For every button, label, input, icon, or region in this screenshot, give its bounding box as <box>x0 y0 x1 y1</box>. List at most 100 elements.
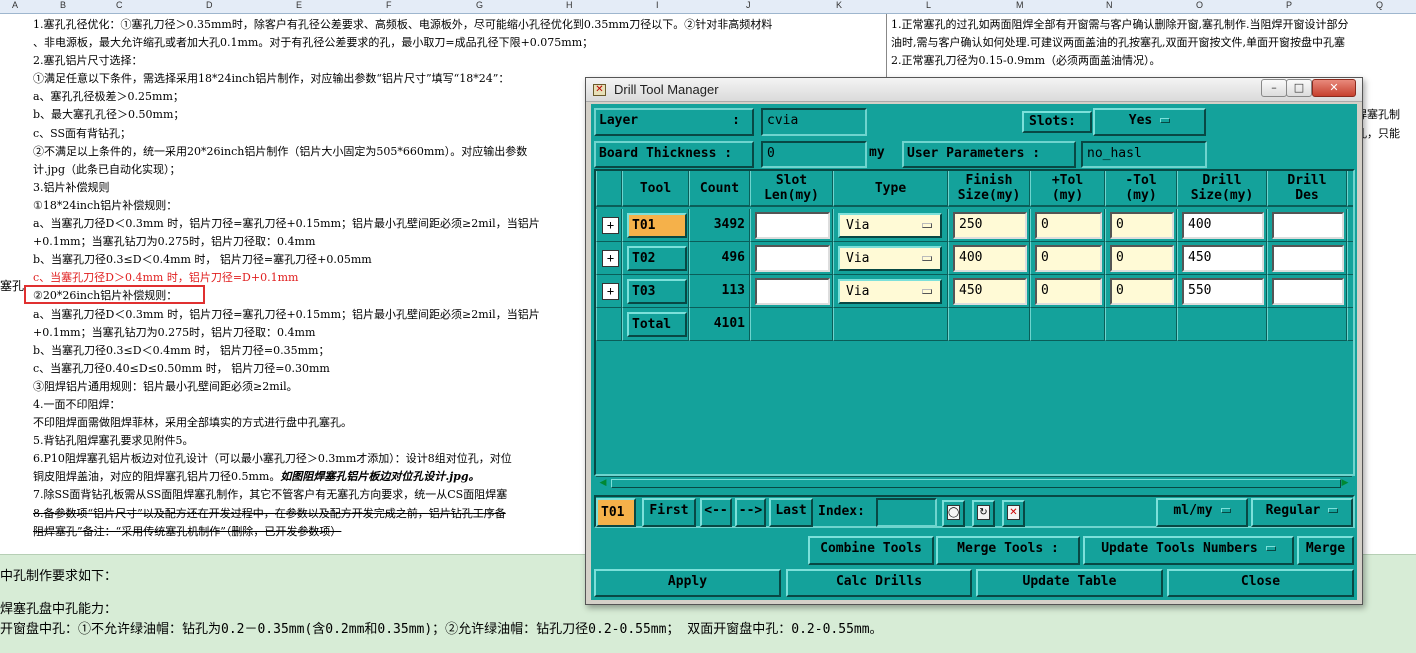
type-dropdown[interactable]: Via <box>838 246 942 271</box>
bottom-line: 焊塞孔盘中孔能力： <box>0 602 118 617</box>
column-letter[interactable]: M <box>1016 0 1024 10</box>
slot-len-input[interactable] <box>755 245 830 272</box>
count-cell: 3492 <box>689 209 750 242</box>
calc-drills-button[interactable]: Calc Drills <box>786 569 972 597</box>
column-header[interactable]: -Tol (my) <box>1105 171 1177 207</box>
mode-dropdown[interactable]: Regular <box>1251 498 1353 527</box>
drill-input[interactable]: 550 <box>1182 278 1264 305</box>
column-header[interactable]: Drill Size(my) <box>1177 171 1267 207</box>
minimize-button[interactable]: – <box>1261 79 1287 97</box>
board-thickness-field[interactable]: 0 <box>761 141 867 168</box>
combine-tools-button[interactable]: Combine Tools <box>808 536 934 565</box>
column-letter[interactable]: B <box>60 0 66 10</box>
finish-cell: 250 <box>948 209 1030 242</box>
dialog-body: Layer: cvia Slots: Yes Board Thickness :… <box>591 104 1357 600</box>
column-letter[interactable]: D <box>206 0 213 10</box>
delete-button[interactable]: ✕ <box>1002 500 1025 527</box>
slot-len-input[interactable] <box>755 212 830 239</box>
cell-text-line: 1.正常塞孔的过孔如两面阻焊全部有开窗需与客户确认删除开窗,塞孔制作.当阻焊开窗… <box>891 18 1349 31</box>
column-header[interactable]: Finish Size(my) <box>948 171 1030 207</box>
row-expand-icon[interactable]: + <box>602 217 619 234</box>
type-dropdown[interactable]: Via <box>838 213 942 238</box>
column-letter[interactable]: N <box>1106 0 1113 10</box>
column-letter[interactable]: P <box>1286 0 1292 10</box>
column-letter[interactable]: E <box>296 0 302 10</box>
last-button[interactable]: Last <box>769 498 813 527</box>
column-letter[interactable]: Q <box>1376 0 1383 10</box>
index-field[interactable] <box>876 498 937 527</box>
minus-tol-input[interactable]: 0 <box>1110 212 1174 239</box>
scroll-right-icon[interactable]: ▶ <box>1339 477 1351 489</box>
finish-cell: 450 <box>948 275 1030 308</box>
merge-button[interactable]: Merge <box>1297 536 1354 565</box>
close-window-button[interactable]: ✕ <box>1312 79 1356 97</box>
plus-tol-input[interactable]: 0 <box>1035 212 1102 239</box>
column-letter[interactable]: A <box>12 0 18 10</box>
finish-input[interactable]: 400 <box>953 245 1027 272</box>
refresh-button[interactable]: ↻ <box>972 500 995 527</box>
first-button[interactable]: First <box>642 498 696 527</box>
row-expand-icon[interactable]: + <box>602 250 619 267</box>
minus-tol-input[interactable]: 0 <box>1110 278 1174 305</box>
type-dropdown[interactable]: Via <box>838 279 942 304</box>
maximize-button[interactable]: □ <box>1286 79 1312 97</box>
dialog-title: Drill Tool Manager <box>614 82 719 97</box>
drill-input[interactable]: 400 <box>1182 212 1264 239</box>
column-letter[interactable]: O <box>1196 0 1203 10</box>
dropdown-arrow-icon <box>922 223 932 228</box>
column-letter[interactable]: J <box>746 0 751 10</box>
count-value: 3492 <box>713 217 745 232</box>
plus-tol-cell: 0 <box>1030 242 1105 275</box>
total-row-selector <box>596 308 622 341</box>
layer-field[interactable]: cvia <box>761 108 867 136</box>
title-bar[interactable]: ✕ Drill Tool Manager – □ ✕ <box>586 78 1362 102</box>
column-header[interactable]: Tool <box>622 171 689 207</box>
units-dropdown[interactable]: ml/my <box>1156 498 1248 527</box>
plus-tol-input[interactable]: 0 <box>1035 245 1102 272</box>
apply-button[interactable]: Apply <box>594 569 781 597</box>
column-letter[interactable]: C <box>116 0 123 10</box>
finish-input[interactable]: 450 <box>953 278 1027 305</box>
scroll-left-icon[interactable]: ◀ <box>597 477 609 489</box>
row-expand-icon[interactable]: + <box>602 283 619 300</box>
finish-input[interactable]: 250 <box>953 212 1027 239</box>
prev-button[interactable]: <-- <box>700 498 732 527</box>
bulb-button[interactable]: ◯ <box>942 500 965 527</box>
column-letter[interactable]: G <box>476 0 483 10</box>
minus-tol-input[interactable]: 0 <box>1110 245 1174 272</box>
tool-button[interactable]: T01 <box>627 213 687 238</box>
column-header[interactable]: S <box>1347 171 1353 207</box>
plus-tol-input[interactable]: 0 <box>1035 278 1102 305</box>
user-parameters-field[interactable]: no_hasl <box>1081 141 1207 168</box>
next-button[interactable]: --> <box>735 498 766 527</box>
column-letter[interactable]: I <box>656 0 659 10</box>
column-header[interactable]: Count <box>689 171 750 207</box>
slots-dropdown[interactable]: Yes <box>1093 108 1206 136</box>
horizontal-scrollbar[interactable]: ◀ ▶ <box>596 476 1352 489</box>
column-header[interactable]: Drill Des <box>1267 171 1347 207</box>
slot-len-cell <box>750 242 833 275</box>
row-selector[interactable]: + <box>596 275 622 308</box>
column-letter[interactable]: K <box>836 0 842 10</box>
user-parameters-button[interactable]: User Parameters : <box>902 141 1076 168</box>
close-button[interactable]: Close <box>1167 569 1354 597</box>
column-header[interactable]: Slot Len(my) <box>750 171 833 207</box>
column-letter[interactable]: F <box>386 0 392 10</box>
column-letter[interactable]: H <box>566 0 573 10</box>
tool-button[interactable]: T03 <box>627 279 687 304</box>
slot-len-input[interactable] <box>755 278 830 305</box>
column-header[interactable]: +Tol (my) <box>1030 171 1105 207</box>
update-tools-numbers-dropdown[interactable]: Update Tools Numbers <box>1083 536 1294 565</box>
des-input[interactable] <box>1272 278 1344 305</box>
total-empty-cell <box>948 308 1030 341</box>
update-table-button[interactable]: Update Table <box>976 569 1163 597</box>
row-selector[interactable]: + <box>596 242 622 275</box>
tool-button[interactable]: T02 <box>627 246 687 271</box>
des-input[interactable] <box>1272 245 1344 272</box>
row-selector[interactable]: + <box>596 209 622 242</box>
des-input[interactable] <box>1272 212 1344 239</box>
column-letter[interactable]: L <box>926 0 931 10</box>
column-header[interactable]: Type <box>833 171 948 207</box>
scroll-thumb[interactable] <box>611 479 1341 488</box>
drill-input[interactable]: 450 <box>1182 245 1264 272</box>
